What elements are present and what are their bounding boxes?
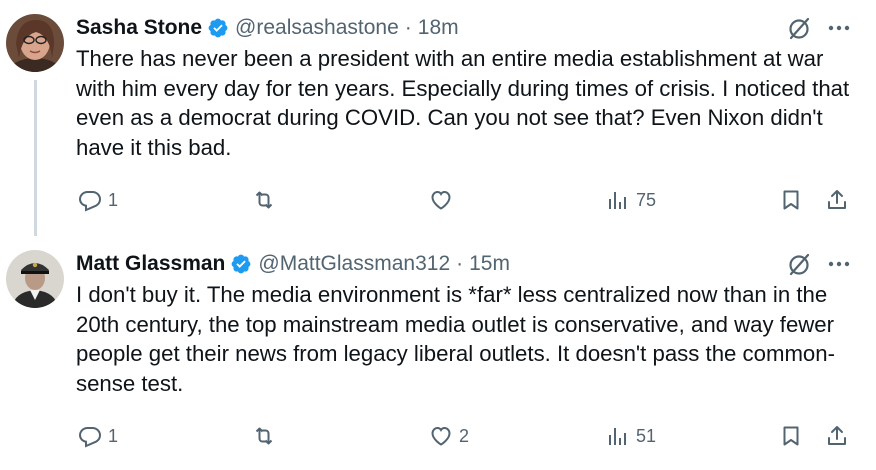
thread-line: [34, 80, 37, 236]
share-icon: [828, 426, 846, 445]
like-count: 2: [459, 425, 470, 446]
views-button[interactable]: 75: [606, 188, 656, 212]
author-name[interactable]: Sasha Stone: [76, 16, 202, 40]
avatar[interactable]: [6, 14, 64, 72]
more-icon[interactable]: [826, 18, 852, 38]
views-count: 51: [636, 425, 657, 446]
separator-dot: ·: [456, 252, 464, 275]
like-button[interactable]: [429, 188, 453, 212]
tweet-text: I don't buy it. The media environment is…: [76, 282, 836, 397]
share-button[interactable]: [825, 424, 849, 448]
reply-count: 1: [108, 425, 119, 446]
verified-badge-icon: [230, 253, 252, 275]
repost-button[interactable]: [252, 188, 276, 212]
bookmark-icon: [783, 190, 799, 210]
tweet-header: Sasha Stone @realsashastone · 18m: [76, 14, 459, 42]
bookmark-button[interactable]: [779, 424, 803, 448]
views-count: 75: [636, 189, 657, 210]
reply-button[interactable]: 1: [78, 424, 118, 448]
tweet-matt-glassman[interactable]: Matt Glassman @MattGlassman312 · 15m I d…: [0, 236, 876, 470]
avatar[interactable]: [6, 250, 64, 308]
timestamp[interactable]: 15m: [469, 252, 510, 276]
reply-icon: [78, 427, 102, 448]
author-name[interactable]: Matt Glassman: [76, 252, 225, 276]
reply-count: 1: [108, 189, 119, 210]
views-button[interactable]: 51: [606, 424, 656, 448]
bookmark-button[interactable]: [779, 188, 803, 212]
views-icon: [609, 192, 626, 209]
repost-icon: [255, 427, 273, 445]
tweet-sasha-stone[interactable]: Sasha Stone @realsashastone · 18m There …: [0, 0, 876, 236]
timestamp[interactable]: 18m: [418, 16, 459, 40]
reply-button[interactable]: 1: [78, 188, 118, 212]
verified-badge-icon: [207, 17, 229, 39]
author-handle[interactable]: @MattGlassman312: [258, 252, 450, 276]
separator-dot: ·: [404, 16, 412, 39]
like-icon: [431, 426, 451, 446]
bookmark-icon: [783, 426, 799, 446]
repost-icon: [255, 191, 273, 209]
author-handle[interactable]: @realsashastone: [235, 16, 399, 40]
grok-icon[interactable]: [786, 250, 814, 278]
views-icon: [609, 428, 626, 445]
like-button[interactable]: 2: [429, 424, 469, 448]
more-icon[interactable]: [826, 254, 852, 274]
repost-button[interactable]: [252, 424, 276, 448]
grok-icon[interactable]: [786, 14, 814, 42]
tweet-header: Matt Glassman @MattGlassman312 · 15m: [76, 250, 510, 278]
reply-icon: [78, 191, 102, 212]
tweet-text: There has never been a president with an…: [76, 46, 850, 161]
share-icon: [828, 190, 846, 209]
share-button[interactable]: [825, 188, 849, 212]
like-icon: [431, 190, 451, 210]
